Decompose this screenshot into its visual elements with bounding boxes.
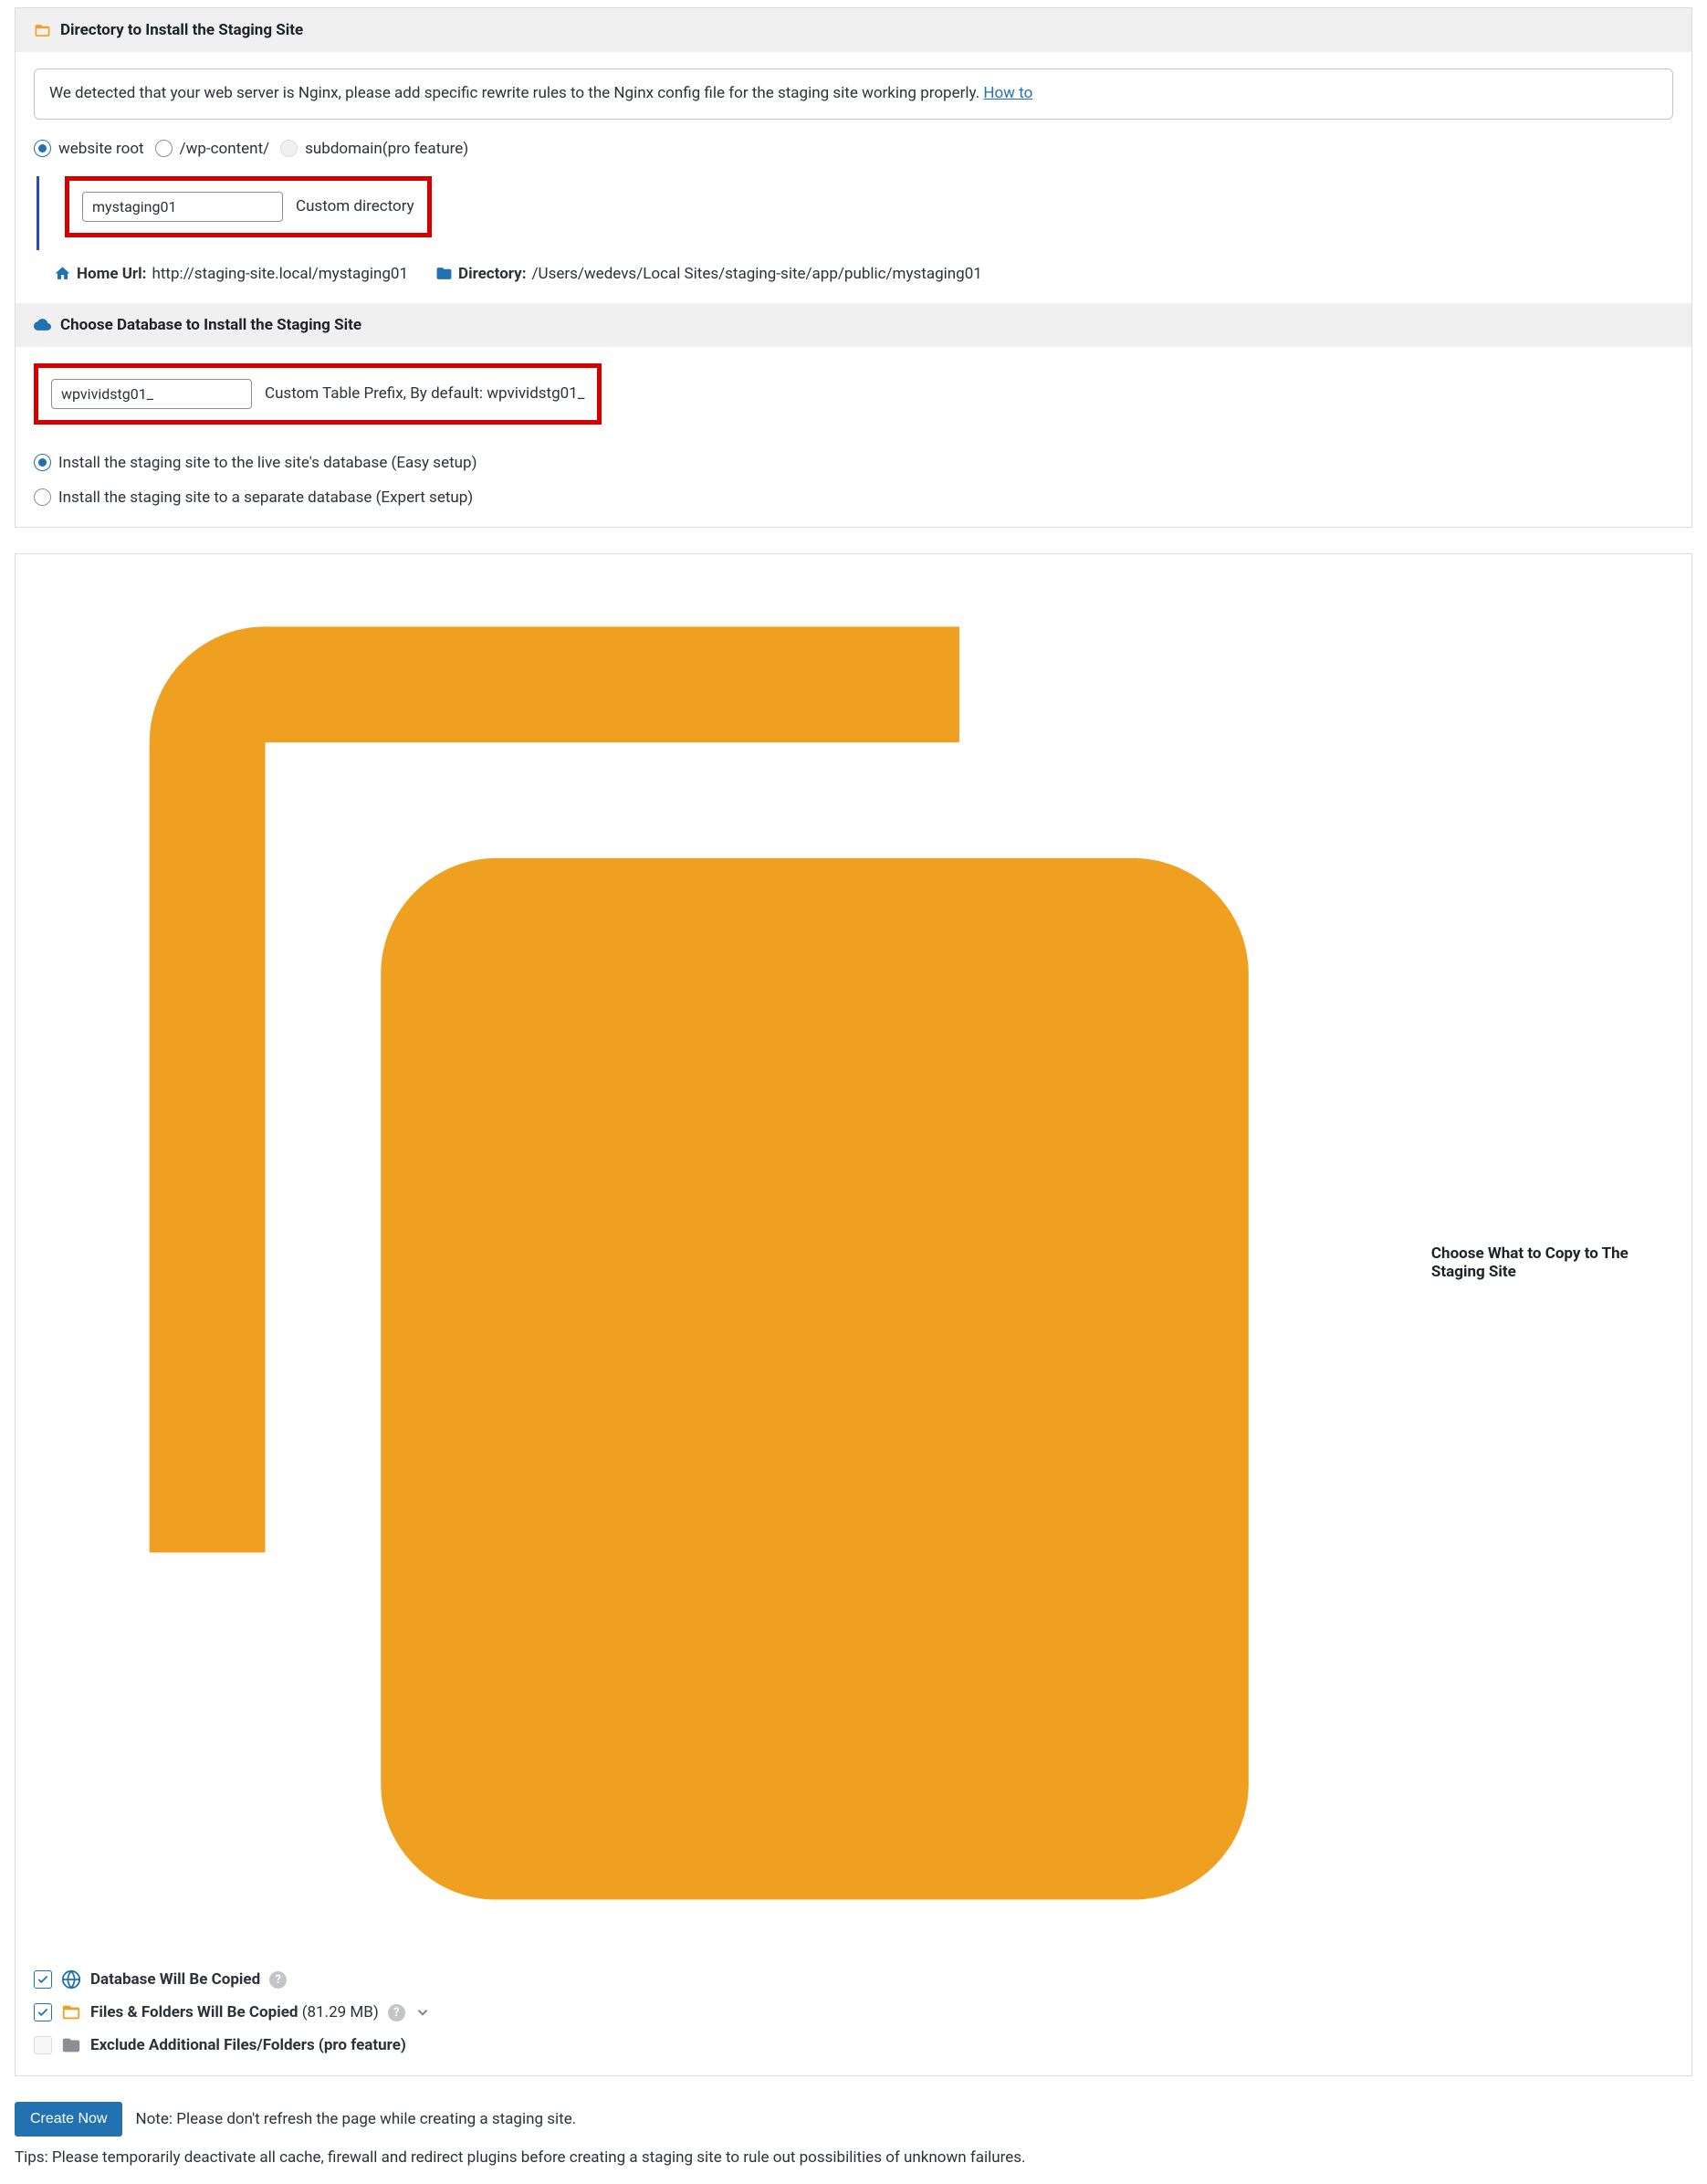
create-now-button[interactable]: Create Now [15, 2102, 122, 2137]
directory-radio-row: website root /wp-content/ subdomain(pro … [34, 140, 1673, 158]
table-prefix-highlight: Custom Table Prefix, By default: wpvivid… [34, 363, 602, 425]
help-icon[interactable]: ? [269, 1971, 287, 1989]
radio-label: website root [58, 140, 144, 158]
home-url-chunk: Home Url: http://staging-site.local/myst… [54, 265, 408, 283]
radio-website-root[interactable]: website root [34, 140, 144, 158]
directory-section-title: Directory to Install the Staging Site [60, 21, 303, 39]
radio-wp-content[interactable]: /wp-content/ [155, 140, 270, 158]
footer-row: Create Now Note: Please don't refresh th… [15, 2102, 1692, 2137]
radio-control [280, 140, 298, 157]
directory-section-header: Directory to Install the Staging Site [16, 8, 1691, 52]
copy-exclude-label: Exclude Additional Files/Folders (pro fe… [90, 2036, 406, 2054]
copy-icon [34, 569, 1422, 1958]
copy-files-checkbox[interactable] [34, 2003, 52, 2021]
database-section-header: Choose Database to Install the Staging S… [16, 303, 1691, 347]
home-url-label: Home Url: [77, 265, 146, 283]
radio-label: subdomain(pro feature) [305, 140, 468, 158]
directory-indent-bar: Custom directory [37, 176, 1673, 250]
radio-label: Install the staging site to a separate d… [58, 488, 473, 507]
footer-note: Note: Please don't refresh the page whil… [135, 2110, 576, 2128]
database-install-radios: Install the staging site to the live sit… [34, 454, 1673, 507]
custom-directory-highlight: Custom directory [65, 176, 432, 237]
radio-easy-setup[interactable]: Install the staging site to the live sit… [34, 454, 1671, 472]
radio-label: /wp-content/ [180, 140, 270, 158]
radio-control [34, 488, 51, 506]
custom-directory-input[interactable] [82, 192, 283, 222]
copy-panel: Choose What to Copy to The Staging Site … [15, 553, 1692, 2077]
copy-section-body: Choose What to Copy to The Staging Site … [16, 554, 1691, 2076]
copy-files-label: Files & Folders Will Be Copied (81.29 MB… [90, 2003, 379, 2021]
folder-icon [61, 2035, 81, 2055]
copy-database-label: Database Will Be Copied [90, 1970, 260, 1989]
table-prefix-input[interactable] [51, 379, 252, 409]
nginx-notice-text: We detected that your web server is Ngin… [49, 84, 983, 102]
table-prefix-hint: Custom Table Prefix, By default: wpvivid… [265, 384, 584, 403]
directory-section-body: We detected that your web server is Ngin… [16, 52, 1691, 303]
folder-open-icon [61, 2002, 81, 2022]
directory-info-line: Home Url: http://staging-site.local/myst… [34, 265, 1673, 283]
nginx-howto-link[interactable]: How to [983, 84, 1032, 102]
copy-exclude-row: Exclude Additional Files/Folders (pro fe… [34, 2035, 1673, 2055]
home-icon [54, 265, 71, 282]
nginx-notice: We detected that your web server is Ngin… [34, 68, 1673, 120]
copy-files-size: (81.29 MB) [302, 2003, 379, 2021]
copy-database-checkbox[interactable] [34, 1970, 52, 1989]
chevron-down-icon[interactable] [414, 2004, 431, 2021]
copy-database-row: Database Will Be Copied ? [34, 1969, 1673, 1990]
home-url-value: http://staging-site.local/mystaging01 [152, 265, 408, 283]
directory-path-label: Directory: [458, 265, 527, 283]
custom-directory-hint: Custom directory [296, 197, 414, 215]
folder-open-icon [34, 22, 51, 39]
radio-label: Install the staging site to the live sit… [58, 454, 477, 472]
radio-control [34, 454, 51, 471]
globe-icon [61, 1969, 81, 1990]
database-section-body: Custom Table Prefix, By default: wpvivid… [16, 347, 1691, 527]
help-icon[interactable]: ? [388, 2004, 405, 2021]
cloud-icon [34, 316, 51, 333]
copy-section-title: Choose What to Copy to The Staging Site [1431, 1244, 1673, 1281]
directory-path-chunk: Directory: /Users/wedevs/Local Sites/sta… [435, 265, 982, 283]
radio-expert-setup[interactable]: Install the staging site to a separate d… [34, 488, 1671, 507]
copy-exclude-checkbox [34, 2036, 52, 2054]
footer-tips: Tips: Please temporarily deactivate all … [15, 2147, 1692, 2169]
copy-files-text: Files & Folders Will Be Copied [90, 2003, 298, 2021]
directory-path-value: /Users/wedevs/Local Sites/staging-site/a… [532, 265, 982, 283]
directory-database-panel: Directory to Install the Staging Site We… [15, 7, 1692, 528]
radio-subdomain: subdomain(pro feature) [280, 140, 468, 158]
radio-control [34, 140, 51, 157]
copy-files-row: Files & Folders Will Be Copied (81.29 MB… [34, 2002, 1673, 2022]
radio-control [155, 140, 173, 157]
folder-icon [435, 265, 453, 282]
database-section-title: Choose Database to Install the Staging S… [60, 316, 361, 334]
